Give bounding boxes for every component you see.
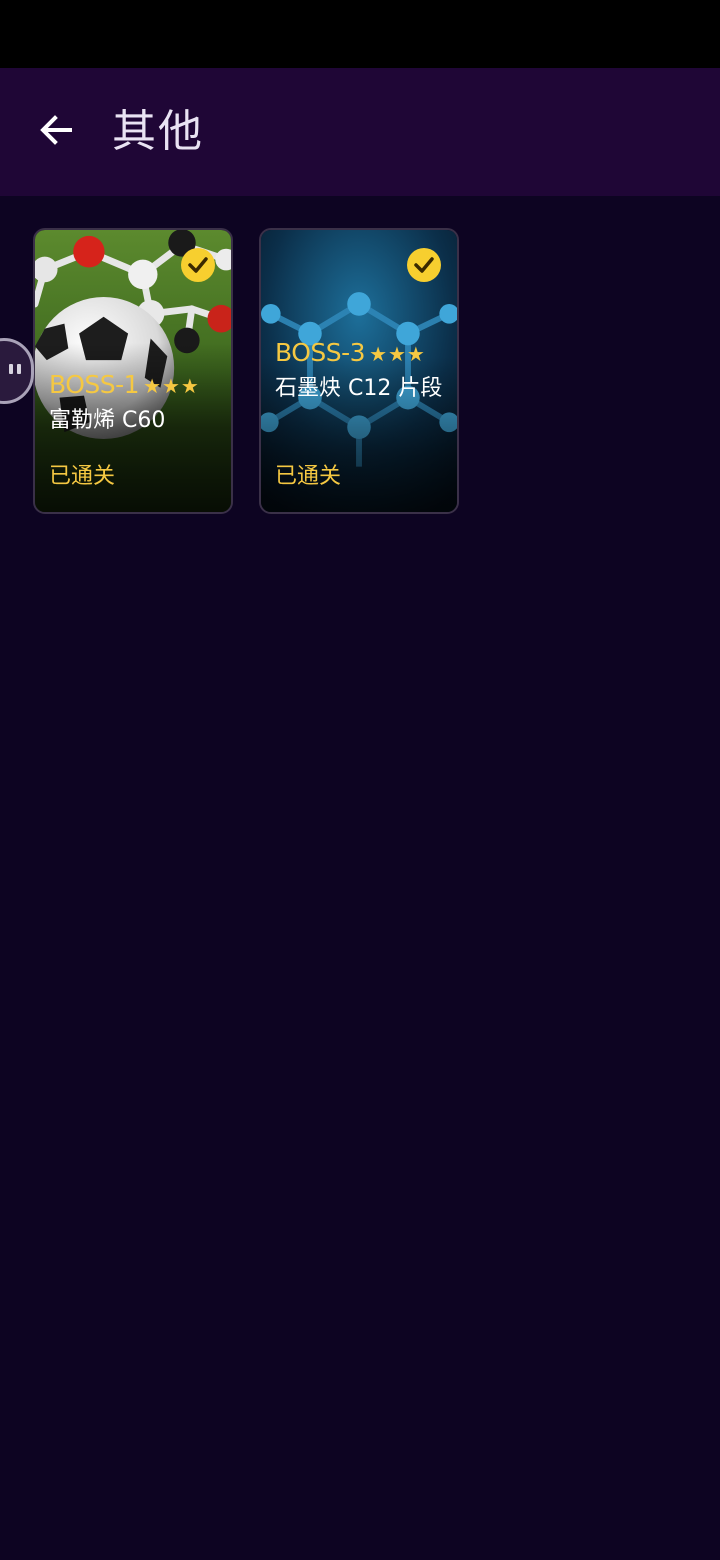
star-rating: ★★★ [143,374,200,398]
back-button[interactable] [24,100,88,164]
star-rating: ★★★ [369,342,426,366]
level-status: 已通关 [275,464,342,489]
boss-label: BOSS-3 ★★★ [275,338,447,367]
level-status: 已通关 [49,464,116,489]
level-card-boss-3[interactable]: BOSS-3 ★★★ 石墨炔 C12 片段 已通关 [259,228,459,514]
boss-name: BOSS-1 [49,370,140,399]
card-text: BOSS-1 ★★★ 富勒烯 C60 [49,370,221,437]
boss-name: BOSS-3 [275,338,366,367]
pause-icon [7,361,23,381]
arrow-left-icon [38,112,74,152]
level-name: 富勒烯 C60 [49,408,166,433]
level-name: 石墨炔 C12 片段 [275,376,443,401]
page-title: 其他 [112,106,204,157]
status-bar [0,0,720,68]
floating-assist-handle[interactable] [0,338,34,404]
boss-label: BOSS-1 ★★★ [49,370,221,399]
card-text: BOSS-3 ★★★ 石墨炔 C12 片段 [275,338,447,405]
check-circle-icon [407,248,441,282]
level-card-boss-1[interactable]: BOSS-1 ★★★ 富勒烯 C60 已通关 [33,228,233,514]
app-bar: 其他 [0,68,720,196]
check-circle-icon [181,248,215,282]
